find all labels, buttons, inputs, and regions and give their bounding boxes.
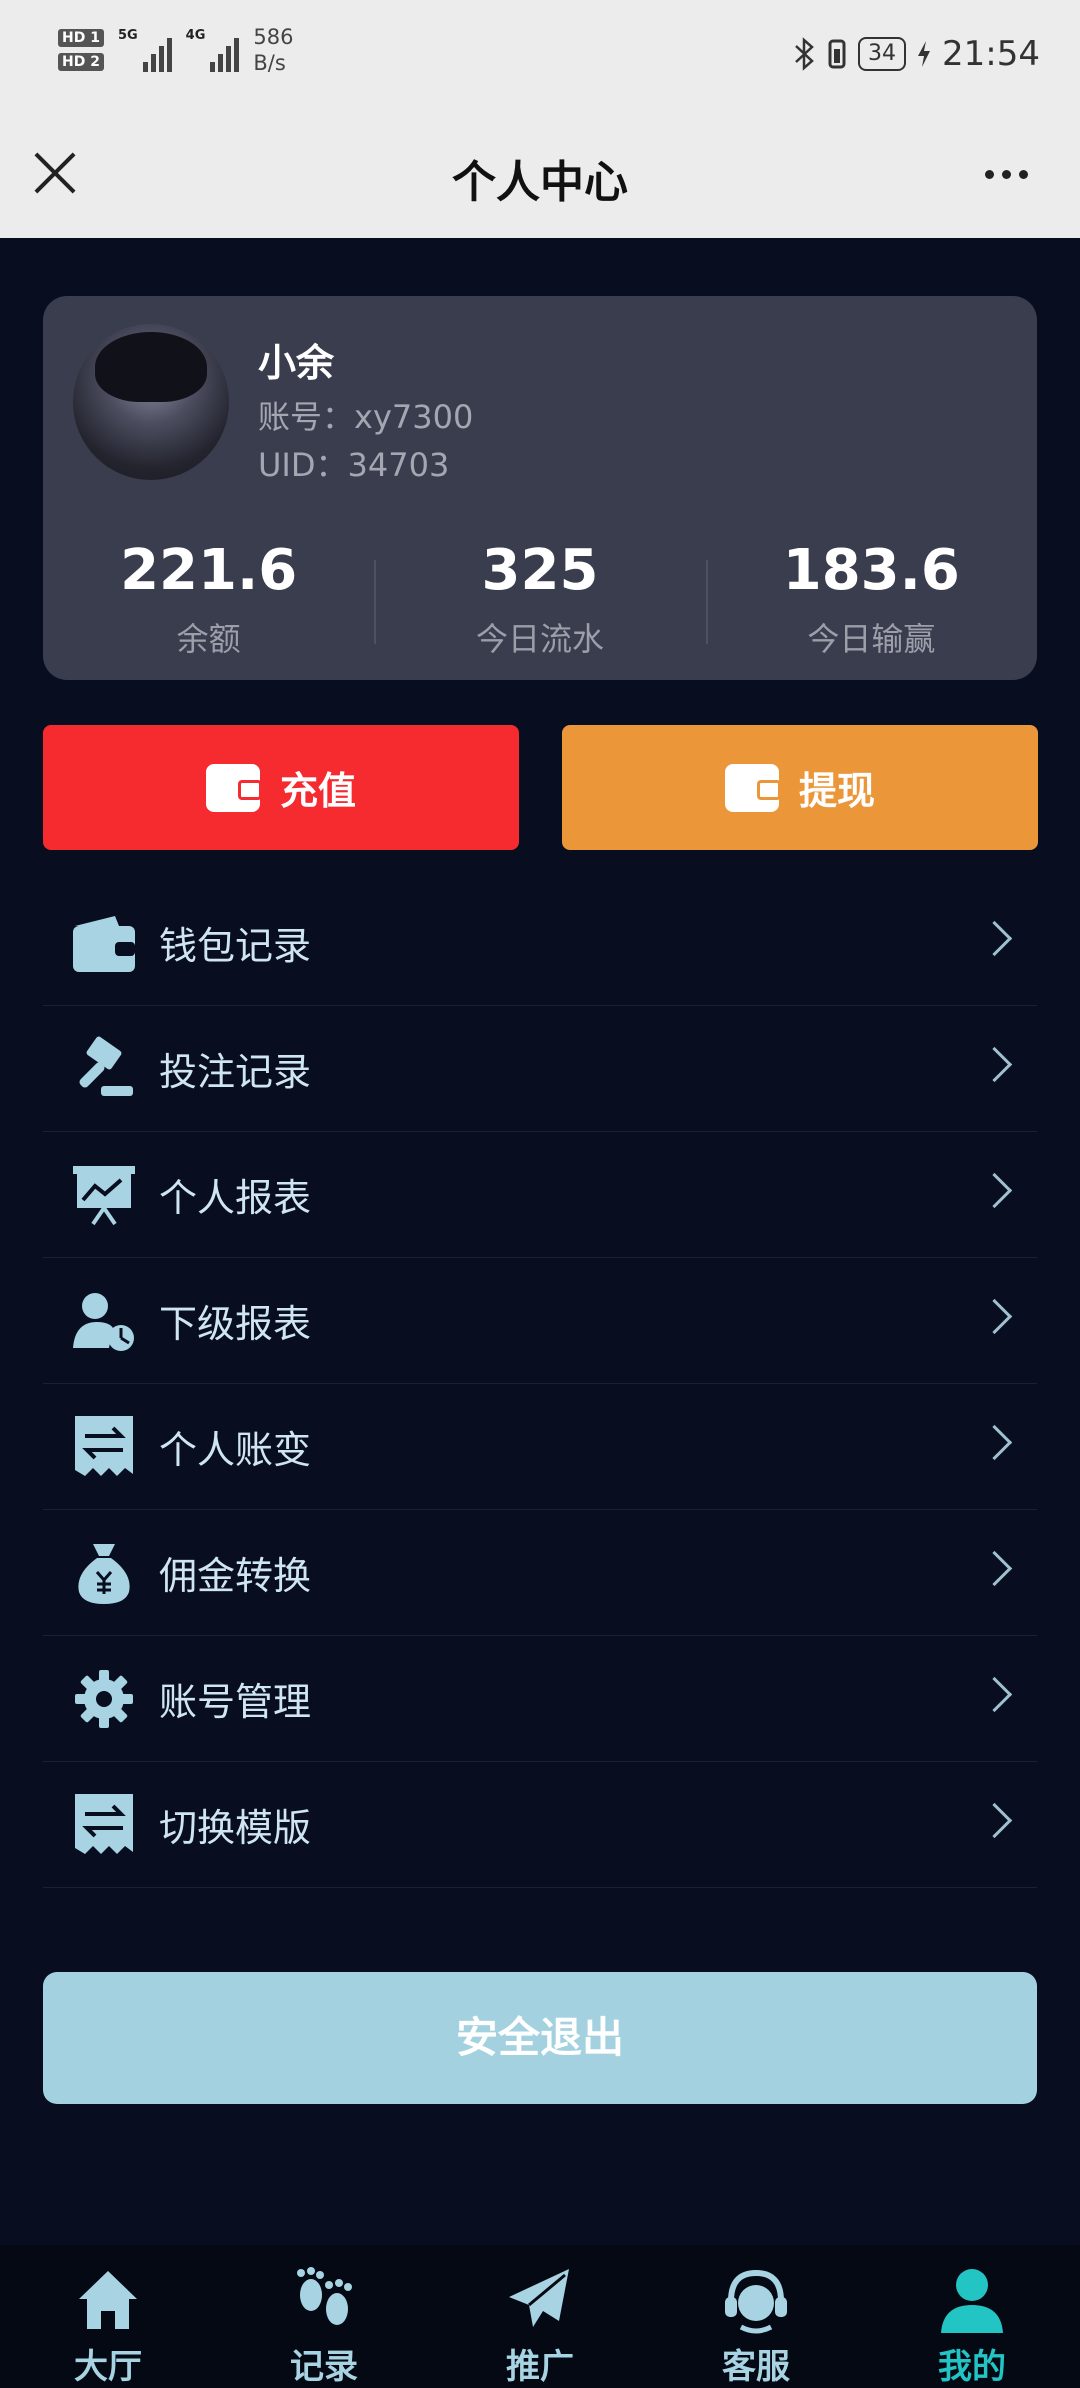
tab-label: 大厅 [74,2347,142,2387]
charging-icon [918,41,931,67]
page-title: 个人中心 [452,157,628,208]
status-right: 34 21:54 [792,34,1040,74]
status-left: HD 1 HD 2 5G 4G 586 B/s [58,24,293,76]
menu-label: 账号管理 [159,1680,312,1724]
tab-promotion[interactable]: 推广 [432,2245,648,2388]
menu-item-personal-transactions[interactable]: 个人账变 [43,1384,1037,1510]
stat-value: 183.6 [782,538,960,603]
battery-level: 34 [858,37,907,71]
gavel-icon [71,1036,137,1102]
tab-records[interactable]: 记录 [216,2245,432,2388]
wallet-icon [724,763,781,812]
menu-label: 投注记录 [159,1050,312,1094]
tab-label: 记录 [290,2347,358,2387]
stats-row: 221.6 余额 325 今日流水 183.6 今日输赢 [43,536,1037,660]
user-pie-icon [71,1288,137,1354]
menu-item-bet-records[interactable]: 投注记录 [43,1006,1037,1132]
tab-lobby[interactable]: 大厅 [0,2245,216,2388]
tab-label: 客服 [722,2347,790,2387]
stat-label: 今日输赢 [807,620,936,658]
menu-item-commission-exchange[interactable]: 佣金转换 [43,1510,1037,1636]
person-icon [941,2269,1003,2333]
stat-winloss: 183.6 今日输赢 [705,536,1037,660]
status-bar: HD 1 HD 2 5G 4G 586 B/s 34 21:54 [0,0,1080,120]
tab-customer-service[interactable]: 客服 [648,2245,864,2388]
chevron-right-icon [976,1172,1013,1209]
wallet-icon [205,763,262,812]
speed-value: 586 [253,25,294,49]
profile-card: 小余 账号：xy7300 UID：34703 221.6 余额 325 今日流水… [43,296,1037,680]
menu-label: 切换模版 [159,1806,312,1850]
tab-label: 我的 [938,2347,1006,2387]
stat-value: 325 [481,538,599,603]
withdraw-label: 提现 [798,769,875,813]
top-bar: 个人中心 [0,120,1080,238]
hd2-badge: HD 2 [58,53,104,71]
vibrate-icon [828,39,846,69]
bottom-tab-bar: 大厅 记录 推广 客服 我的 [0,2245,1080,2388]
chart-board-icon [71,1162,137,1228]
stat-turnover: 325 今日流水 [374,536,705,660]
menu-item-switch-template[interactable]: 切换模版 [43,1762,1037,1888]
menu-label: 个人报表 [159,1176,312,1220]
menu-label: 钱包记录 [159,924,312,968]
logout-button[interactable]: 安全退出 [43,1972,1037,2104]
hd-badges: HD 1 HD 2 [58,29,104,71]
user-name: 小余 [258,341,335,385]
chevron-right-icon [976,1046,1013,1083]
menu-label: 佣金转换 [159,1554,312,1598]
chevron-right-icon [976,1424,1013,1461]
clock: 21:54 [942,34,1040,74]
money-bag-icon [71,1540,137,1606]
user-uid: UID：34703 [258,446,450,484]
stat-value: 221.6 [120,538,298,603]
recharge-label: 充值 [279,769,356,813]
speed-unit: B/s [253,51,286,75]
menu-label: 下级报表 [159,1302,312,1346]
menu-item-wallet-records[interactable]: 钱包记录 [43,880,1037,1006]
chevron-right-icon [976,1298,1013,1335]
chevron-right-icon [976,1676,1013,1713]
switch-receipt-icon [71,1792,137,1858]
chevron-right-icon [976,1550,1013,1587]
paper-plane-icon [509,2269,569,2327]
network-speed: 586 B/s [253,24,293,76]
signal-5g-icon: 5G [118,28,172,72]
signal-4g-icon: 4G [186,28,240,72]
withdraw-button[interactable]: 提现 [562,725,1038,850]
user-account: 账号：xy7300 [258,398,474,436]
more-icon[interactable] [985,170,1028,179]
stat-label: 余额 [176,620,241,658]
gear-icon [71,1666,137,1732]
stat-label: 今日流水 [475,620,604,658]
tab-mine[interactable]: 我的 [864,2245,1080,2388]
menu-item-personal-report[interactable]: 个人报表 [43,1132,1037,1258]
hd1-badge: HD 1 [58,29,104,47]
chevron-right-icon [976,1802,1013,1839]
stat-balance: 221.6 余额 [43,536,374,660]
network-4g-label: 4G [185,28,206,43]
recharge-button[interactable]: 充值 [43,725,519,850]
menu-label: 个人账变 [159,1428,312,1472]
network-5g-label: 5G [117,28,138,43]
menu-list: 钱包记录 投注记录 个人报表 下级报表 个人账变 佣金转换 账号管理 切换模版 [43,880,1037,1888]
headset-icon [725,2269,787,2334]
tab-label: 推广 [506,2347,574,2387]
wallet-icon [71,910,137,976]
footprint-icon [297,2267,352,2325]
chevron-right-icon [976,920,1013,957]
menu-item-subordinate-report[interactable]: 下级报表 [43,1258,1037,1384]
transfer-receipt-icon [71,1414,137,1480]
home-icon [79,2271,137,2329]
avatar[interactable] [73,324,229,480]
bluetooth-icon [795,37,814,71]
menu-item-account-management[interactable]: 账号管理 [43,1636,1037,1762]
